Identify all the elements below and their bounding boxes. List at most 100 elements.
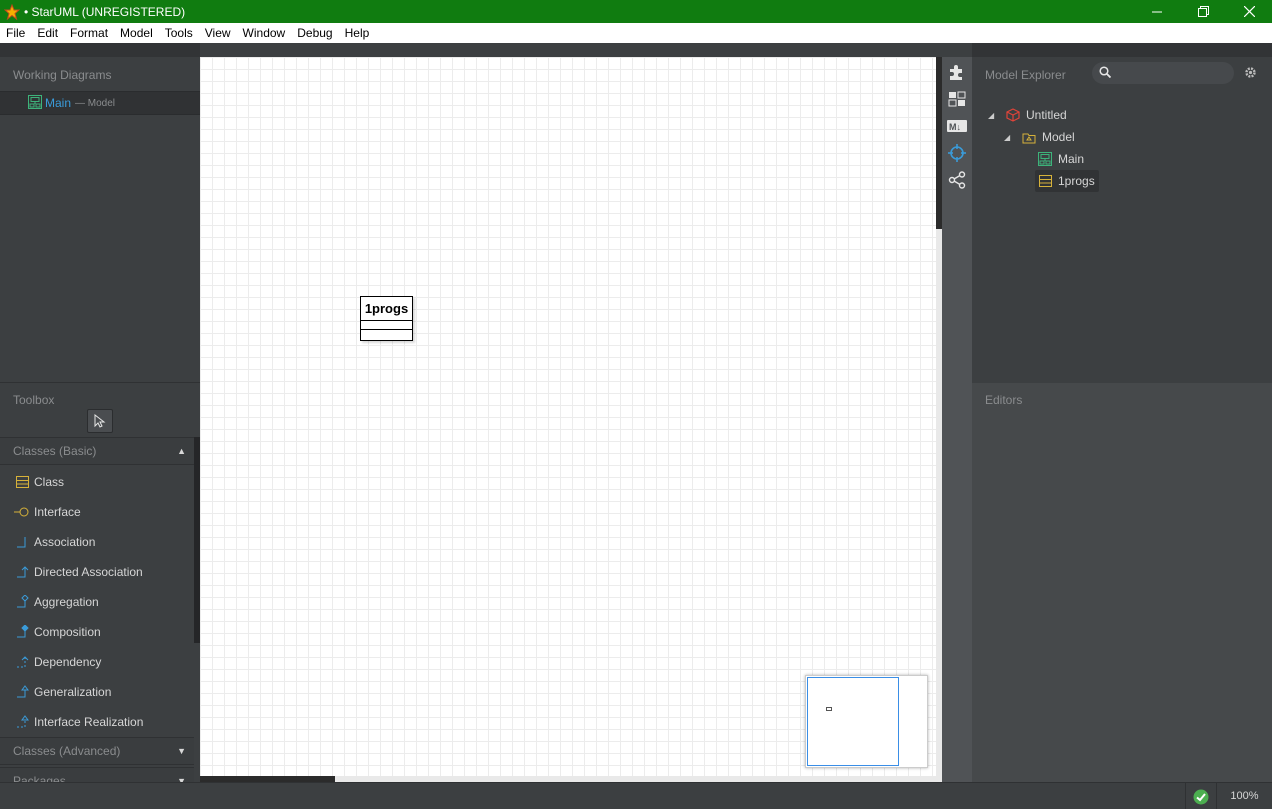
toolbox-item-directed-association[interactable]: Directed Association [0, 557, 194, 587]
tool-label: Association [34, 535, 96, 549]
tree-label: Model [1042, 130, 1075, 144]
toolbox-section-classes-advanced[interactable]: Classes (Advanced) ▼ [0, 737, 194, 765]
tree-label: Untitled [1026, 108, 1067, 122]
class-diagram-icon [1038, 152, 1052, 166]
menu-debug[interactable]: Debug [291, 23, 338, 43]
tool-label: Directed Association [34, 565, 143, 579]
menu-window[interactable]: Window [237, 23, 292, 43]
class-icon [14, 474, 30, 490]
explorer-settings-button[interactable] [1244, 66, 1257, 82]
puzzle-icon [950, 65, 962, 80]
model-icon [1022, 130, 1036, 144]
expand-arrow-icon: ▼ [177, 746, 186, 756]
tool-label: Dependency [34, 655, 102, 669]
minimap-viewport[interactable] [807, 677, 899, 766]
minimap[interactable] [805, 675, 928, 768]
toolbox-item-class[interactable]: Class [0, 467, 194, 497]
minimap-class-preview [826, 707, 832, 711]
menu-view[interactable]: View [199, 23, 237, 43]
tree-label: Main [1058, 152, 1085, 166]
dependency-icon [14, 654, 30, 670]
tree-node-untitled[interactable]: ◢ Untitled [988, 104, 1067, 126]
crosshair-icon [948, 144, 966, 162]
toolbox-item-aggregation[interactable]: Aggregation [0, 587, 194, 617]
tool-label: Generalization [34, 685, 112, 699]
gear-icon [1245, 67, 1256, 78]
title-bar: • StarUML (UNREGISTERED) [0, 0, 1272, 23]
menu-help[interactable]: Help [339, 23, 376, 43]
staruml-logo-icon [2, 0, 22, 23]
association-icon [14, 534, 30, 550]
menu-file[interactable]: File [0, 23, 31, 43]
validation-status-button[interactable] [1185, 783, 1215, 809]
class-diagram-icon [28, 94, 42, 112]
window-title: • StarUML (UNREGISTERED) [24, 4, 186, 19]
minimize-button[interactable] [1134, 0, 1180, 23]
menu-model[interactable]: Model [114, 23, 159, 43]
toolbox-panel: Toolbox Classes (Basic) ▲ Class Interfac… [0, 383, 200, 783]
close-icon [1243, 6, 1255, 17]
window-controls [1134, 0, 1272, 23]
diagram-canvas[interactable]: 1progs [200, 57, 936, 776]
composition-icon [14, 624, 30, 640]
interface-icon [14, 504, 30, 520]
toolbox-item-association[interactable]: Association [0, 527, 194, 557]
status-bar: 100% [0, 782, 1272, 809]
editors-panel: Editors [972, 383, 1272, 782]
tree-label: 1progs [1058, 174, 1095, 188]
tool-label: Interface [34, 505, 81, 519]
directed-association-icon [14, 564, 30, 580]
pointer-icon [94, 414, 106, 428]
generalization-icon [14, 684, 30, 700]
uml-class-1progs[interactable]: 1progs [360, 296, 413, 341]
check-circle-icon [1193, 789, 1208, 804]
navigator-button[interactable] [947, 143, 967, 163]
side-toolbar: M↓ [942, 57, 972, 782]
markdown-button[interactable]: M↓ [947, 116, 967, 136]
toolbox-item-generalization[interactable]: Generalization [0, 677, 194, 707]
model-explorer-title: Model Explorer [985, 68, 1066, 82]
share-button[interactable] [947, 170, 967, 190]
menu-tools[interactable]: Tools [159, 23, 199, 43]
layout-icon [948, 91, 966, 107]
close-button[interactable] [1226, 0, 1272, 23]
expand-triangle-icon[interactable]: ◢ [1004, 133, 1014, 142]
tree-node-main[interactable]: Main [1038, 148, 1084, 170]
working-diagram-name: Main [45, 96, 72, 110]
tool-label: Composition [34, 625, 101, 639]
attributes-compartment[interactable] [361, 321, 412, 330]
aggregation-icon [14, 594, 30, 610]
menu-bar: File Edit Format Model Tools View Window… [0, 23, 1272, 43]
toolbox-section-packages[interactable]: Packages ▼ [0, 767, 194, 783]
menu-format[interactable]: Format [64, 23, 114, 43]
tool-label: Interface Realization [34, 715, 144, 729]
extensions-button[interactable] [947, 62, 967, 82]
layout-button[interactable] [947, 89, 967, 109]
tool-label: Class [34, 475, 65, 489]
toolbox-item-interface[interactable]: Interface [0, 497, 194, 527]
menu-edit[interactable]: Edit [31, 23, 64, 43]
restore-button[interactable] [1180, 0, 1226, 23]
tool-label: Aggregation [34, 595, 99, 609]
markdown-icon: M↓ [947, 120, 967, 132]
tree-node-model[interactable]: ◢ Model [1004, 126, 1075, 148]
model-explorer-panel: Model Explorer ◢ Untitled ◢ Model Main 1… [972, 43, 1272, 383]
editors-title: Editors [985, 393, 1023, 407]
class-icon [1038, 174, 1052, 188]
share-icon [948, 171, 966, 189]
svg-text:M↓: M↓ [949, 122, 961, 132]
working-diagram-item-main[interactable]: Main — Model [0, 91, 200, 115]
toolbox-item-interface-realization[interactable]: Interface Realization [0, 707, 194, 737]
toolbox-section-classes-basic[interactable]: Classes (Basic) ▲ [0, 437, 194, 465]
project-icon [1006, 108, 1020, 122]
toolbox-item-composition[interactable]: Composition [0, 617, 194, 647]
tree-node-1progs[interactable]: 1progs [1035, 170, 1099, 192]
restore-icon [1197, 6, 1209, 17]
toolbox-item-dependency[interactable]: Dependency [0, 647, 194, 677]
expand-triangle-icon[interactable]: ◢ [988, 111, 998, 120]
class-name[interactable]: 1progs [361, 297, 412, 321]
model-search-input[interactable] [1092, 62, 1234, 84]
section-label: Classes (Basic) [13, 444, 97, 458]
select-tool-button[interactable] [87, 409, 113, 433]
zoom-level[interactable]: 100% [1216, 783, 1272, 809]
